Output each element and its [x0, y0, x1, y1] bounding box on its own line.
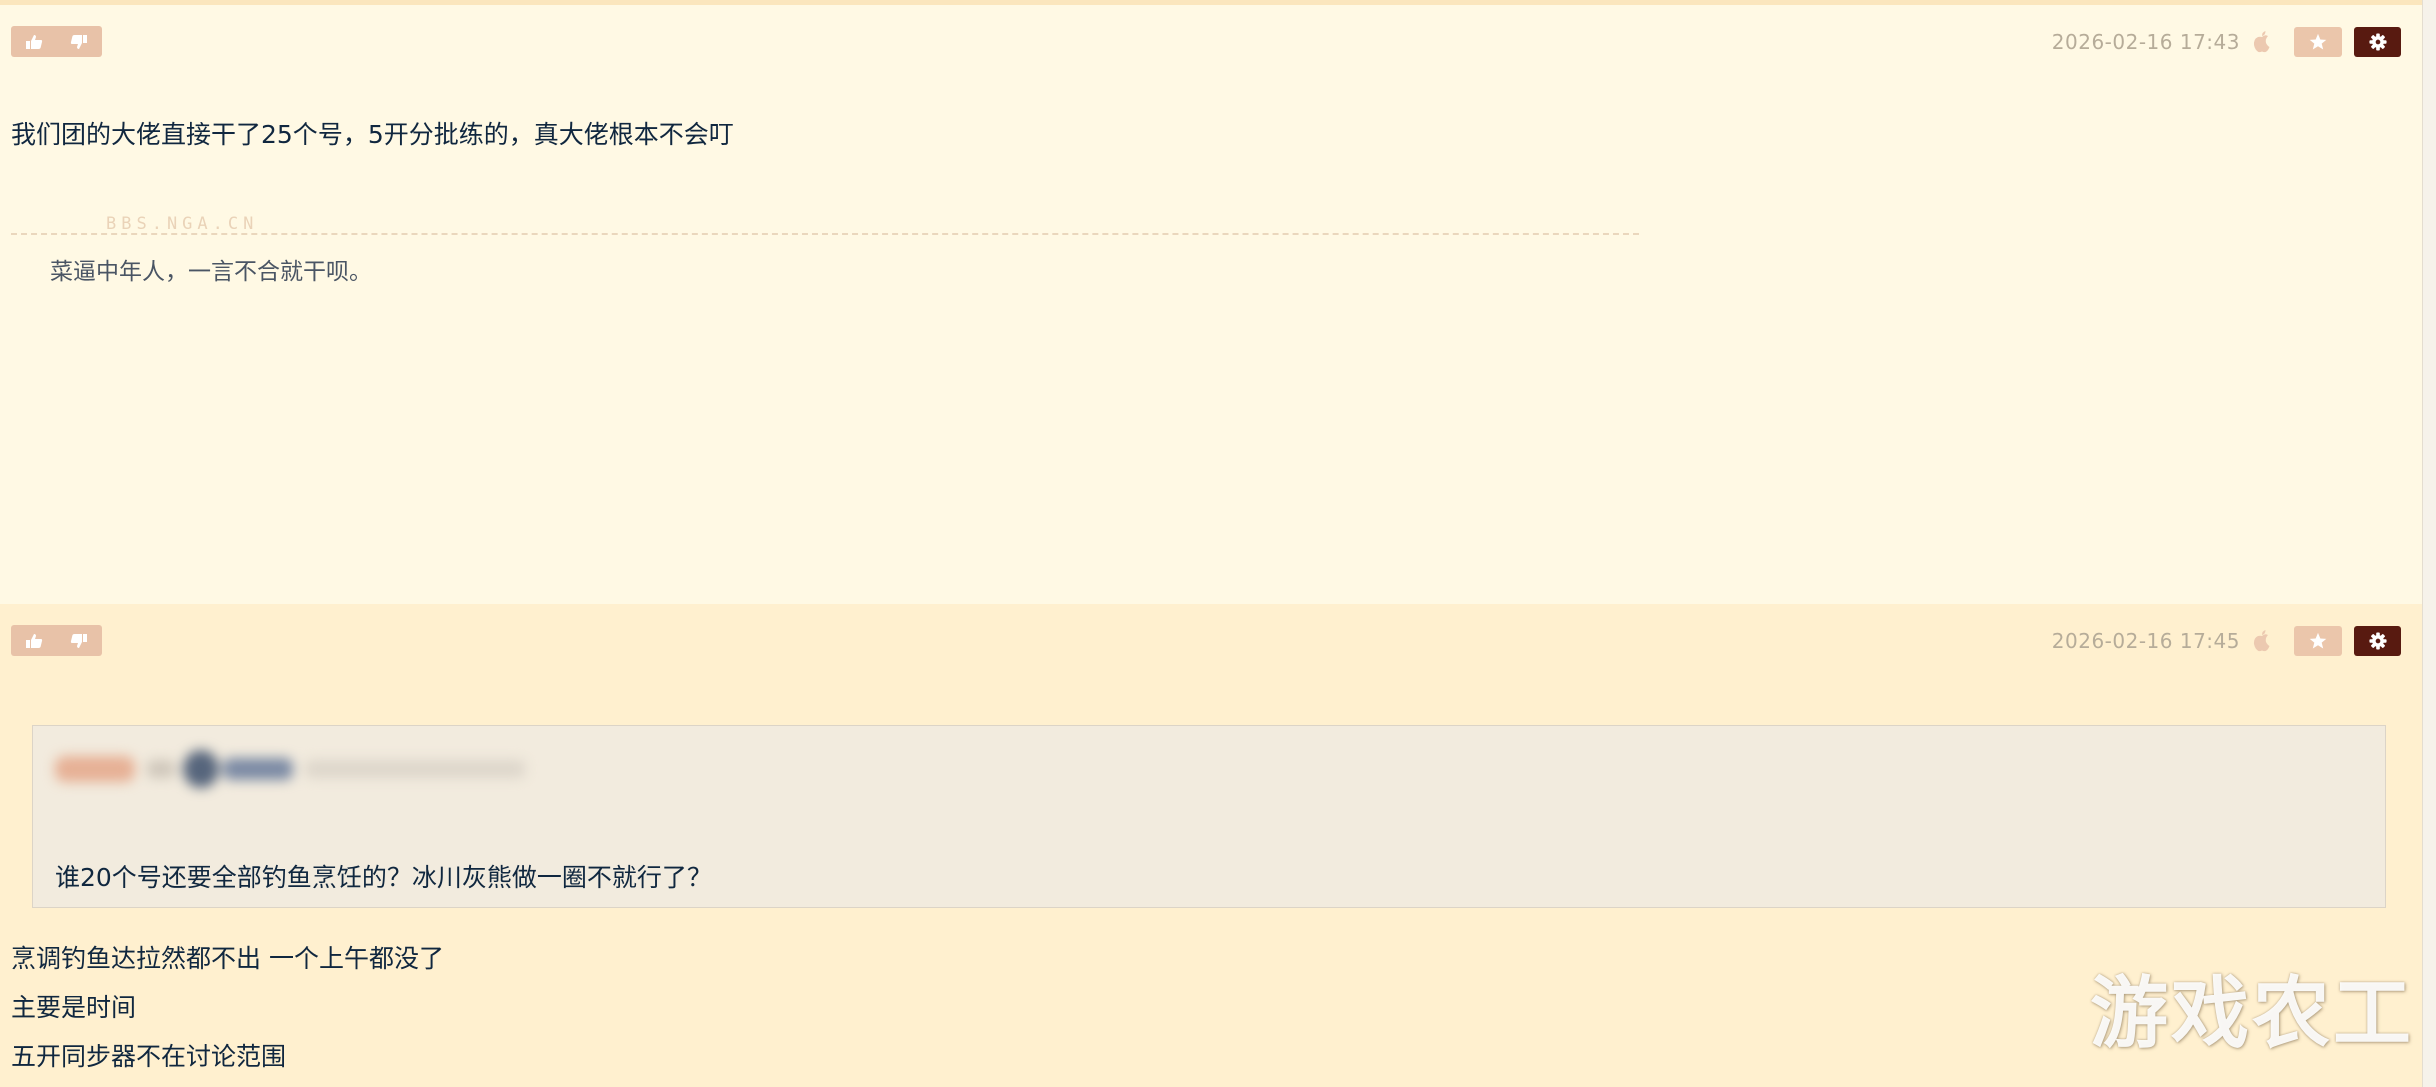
reply-line: 主要是时间 — [11, 993, 137, 1022]
quote-date-blurred — [305, 760, 525, 778]
star-icon — [2309, 632, 2327, 649]
post-meta: 2026-02-16 17:43 — [2052, 26, 2401, 58]
quoted-username-blurred — [55, 756, 135, 782]
settings-button[interactable] — [2354, 27, 2401, 57]
thumbs-down-icon — [71, 34, 88, 49]
post-signature: 菜逼中年人，一言不合就干呗。 — [50, 259, 372, 285]
upvote-button[interactable] — [11, 26, 57, 57]
post-1: 2026-02-16 17:43 我们团的大佬直接干了25个号，5开分批练的，真… — [0, 5, 2422, 604]
signature-divider — [11, 233, 1639, 235]
apple-icon — [2252, 30, 2272, 54]
vote-buttons — [11, 26, 102, 57]
star-icon — [2309, 33, 2327, 50]
brand-watermark: 游戏农工 — [2090, 969, 2415, 1059]
post-timestamp: 2026-02-16 17:45 — [2051, 629, 2240, 653]
reply-line: 五开同步器不在讨论范围 — [11, 1042, 287, 1071]
thumbs-up-icon — [25, 633, 42, 648]
reply-content: 烹调钓鱼达拉然都不出 一个上午都没了 主要是时间 五开同步器不在讨论范围 — [11, 934, 444, 1081]
post-timestamp: 2026-02-16 17:43 — [2051, 30, 2240, 54]
thumbs-up-icon — [25, 34, 42, 49]
reply-line: 烹调钓鱼达拉然都不出 一个上午都没了 — [11, 944, 444, 973]
downvote-button[interactable] — [57, 625, 103, 656]
post-meta: 2026-02-16 17:45 — [2052, 625, 2401, 657]
site-watermark: BBS.NGA.CN — [106, 214, 259, 234]
thumbs-down-icon — [71, 633, 88, 648]
gear-icon — [2368, 33, 2387, 51]
vertical-scrollbar[interactable] — [2422, 0, 2436, 1087]
vote-buttons — [11, 625, 102, 656]
favorite-button[interactable] — [2294, 626, 2342, 656]
post-content: 我们团的大佬直接干了25个号，5开分批练的，真大佬根本不会叮 — [11, 120, 734, 149]
quote-header-blurred — [55, 750, 525, 788]
reply-target-blurred — [223, 758, 293, 780]
avatar — [183, 750, 219, 788]
post-2: 2026-02-16 17:45 谁20个号还要全部钓鱼烹饪的？冰川灰熊做一圈不… — [0, 604, 2422, 1087]
gear-icon — [2368, 632, 2387, 650]
upvote-button[interactable] — [11, 625, 57, 656]
favorite-button[interactable] — [2294, 27, 2342, 57]
apple-icon — [2252, 629, 2272, 653]
reply-arrow-blurred — [147, 760, 175, 778]
quote-block: 谁20个号还要全部钓鱼烹饪的？冰川灰熊做一圈不就行了？ — [32, 725, 2386, 908]
settings-button[interactable] — [2354, 626, 2401, 656]
downvote-button[interactable] — [57, 26, 103, 57]
quote-text: 谁20个号还要全部钓鱼烹饪的？冰川灰熊做一圈不就行了？ — [55, 863, 712, 892]
